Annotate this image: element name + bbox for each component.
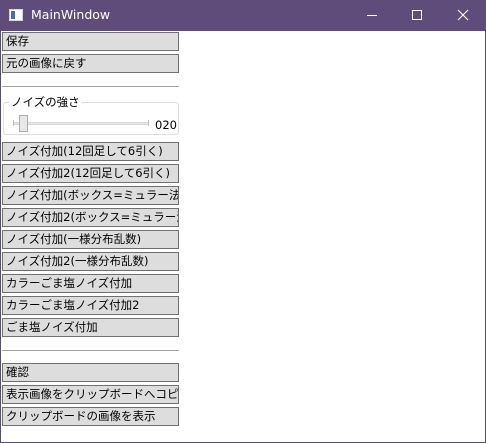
close-icon — [457, 9, 469, 21]
close-button[interactable] — [440, 0, 486, 31]
minimize-button[interactable] — [349, 0, 395, 31]
show-clipboard-image-button[interactable]: クリップボードの画像を表示 — [2, 407, 179, 426]
noise-strength-value: 020 — [155, 118, 177, 132]
save-button[interactable]: 保存 — [2, 32, 179, 51]
noise-add2-uniform-button[interactable]: ノイズ付加2(一様分布乱数) — [2, 252, 179, 271]
noise-add-box-muller-button[interactable]: ノイズ付加(ボックス=ミュラー法) — [2, 186, 179, 205]
slider-tick — [148, 120, 149, 126]
window-title: MainWindow — [31, 7, 111, 22]
salt-pepper-button[interactable]: ごま塩ノイズ付加 — [2, 318, 179, 337]
noise-add-12sum-button[interactable]: ノイズ付加(12回足して6引く) — [2, 142, 179, 161]
noise-add-uniform-button[interactable]: ノイズ付加(一様分布乱数) — [2, 230, 179, 249]
color-salt-pepper2-button[interactable]: カラーごま塩ノイズ付加2 — [2, 296, 179, 315]
noise-strength-slider-thumb[interactable] — [19, 115, 29, 132]
noise-strength-label: ノイズの強さ — [9, 95, 82, 109]
separator — [2, 350, 179, 351]
slider-tick — [13, 120, 14, 126]
title-bar[interactable]: MainWindow — [0, 0, 486, 31]
app-window-icon — [9, 9, 23, 21]
maximize-icon — [412, 10, 422, 20]
restore-original-button[interactable]: 元の画像に戻す — [2, 54, 179, 73]
noise-add2-12sum-button[interactable]: ノイズ付加2(12回足して6引く) — [2, 164, 179, 183]
confirm-button[interactable]: 確認 — [2, 363, 179, 382]
noise-strength-slider[interactable] — [13, 122, 149, 125]
minimize-icon — [367, 15, 377, 16]
client-area: 保存 元の画像に戻す ノイズの強さ 020 ノイズ付加(12回足して6引く) ノ… — [1, 31, 485, 442]
noise-add2-box-muller-button[interactable]: ノイズ付加2(ボックス=ミュラー法) — [2, 208, 179, 227]
separator — [2, 86, 179, 87]
color-salt-pepper-button[interactable]: カラーごま塩ノイズ付加 — [2, 274, 179, 293]
copy-to-clipboard-button[interactable]: 表示画像をクリップボードへコピー — [2, 385, 179, 404]
maximize-button[interactable] — [394, 0, 440, 31]
